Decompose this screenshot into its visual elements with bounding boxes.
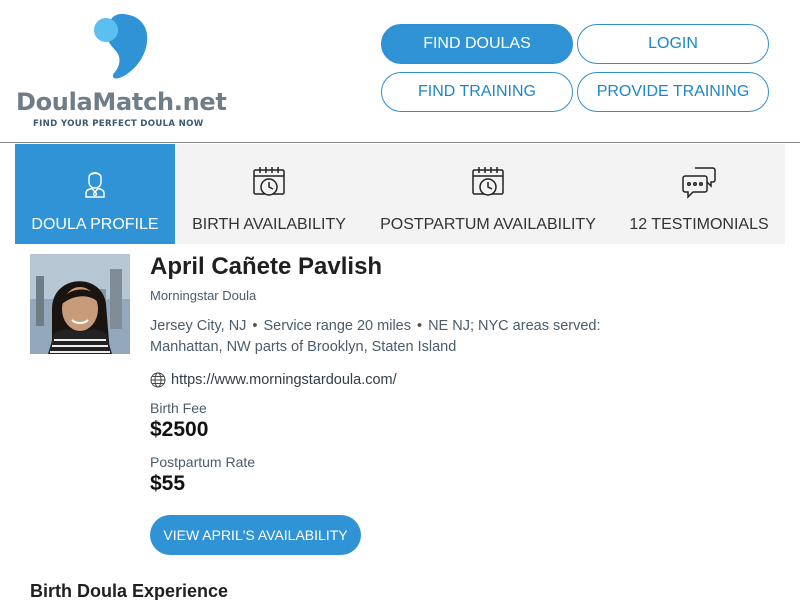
tab-birth-availability[interactable]: BIRTH AVAILABILITY	[175, 144, 363, 244]
find-training-button[interactable]: FIND TRAINING	[381, 72, 573, 112]
doula-name: April Cañete Pavlish	[150, 253, 383, 280]
birth-fee-label: Birth Fee	[150, 400, 207, 416]
logo-wordmark: DoulaMatch.net	[16, 88, 227, 116]
website-url[interactable]: https://www.morningstardoula.com/	[171, 372, 397, 388]
separator-dot: •	[417, 318, 423, 334]
business-name: Morningstar Doula	[150, 288, 257, 303]
login-button[interactable]: LOGIN	[577, 24, 769, 64]
doula-photo	[30, 254, 130, 354]
logo-name: DoulaMatch	[16, 88, 174, 116]
tab-label: 12 TESTIMONIALS	[629, 216, 769, 233]
doula-photo-image	[30, 254, 130, 354]
tab-testimonials[interactable]: 12 TESTIMONIALS	[613, 144, 785, 244]
logo-tagline: FIND YOUR PERFECT DOULA NOW	[33, 119, 204, 129]
logo-mark-icon	[94, 14, 148, 79]
tab-label: POSTPARTUM AVAILABILITY	[380, 216, 596, 233]
view-availability-button[interactable]: VIEW APRIL'S AVAILABILITY	[150, 515, 361, 555]
website-link[interactable]: https://www.morningstardoula.com/	[150, 372, 397, 388]
calendar-clock-icon	[472, 167, 504, 196]
doula-person-icon	[85, 172, 105, 198]
birth-doula-experience-heading: Birth Doula Experience	[30, 581, 229, 600]
profile-tabs: DOULA PROFILE BIRTH AVAILABILITY POSTPAR…	[15, 144, 785, 244]
calendar-clock-icon	[253, 167, 285, 196]
chat-bubbles-icon	[682, 167, 716, 199]
postpartum-rate-value: $55	[150, 472, 186, 495]
tab-label: BIRTH AVAILABILITY	[192, 216, 346, 233]
postpartum-rate-label: Postpartum Rate	[150, 454, 256, 470]
site-logo[interactable]: DoulaMatch.net FIND YOUR PERFECT DOULA N…	[16, 12, 227, 132]
find-doulas-button[interactable]: FIND DOULAS	[381, 24, 573, 64]
logo-suffix: .net	[173, 88, 227, 116]
globe-icon	[150, 372, 166, 388]
provide-training-button[interactable]: PROVIDE TRAINING	[577, 72, 769, 112]
service-range: Service range 20 miles	[263, 318, 412, 334]
tab-label: DOULA PROFILE	[31, 216, 159, 233]
tab-postpartum-availability[interactable]: POSTPARTUM AVAILABILITY	[363, 144, 613, 244]
birth-fee-value: $2500	[150, 418, 209, 441]
separator-dot: •	[252, 318, 258, 334]
tab-doula-profile[interactable]: DOULA PROFILE	[15, 144, 175, 244]
city: Jersey City, NJ	[150, 318, 247, 334]
location-info: Jersey City, NJ • Service range 20 miles • N…	[150, 316, 650, 358]
site-header: DoulaMatch.net FIND YOUR PERFECT DOULA N…	[0, 0, 800, 143]
